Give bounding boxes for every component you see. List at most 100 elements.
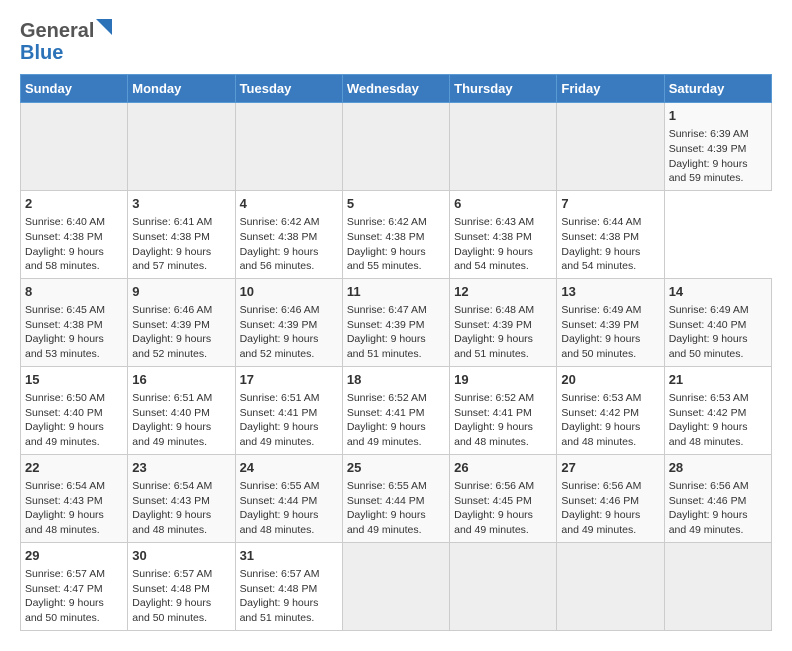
calendar-cell-9: 9 Sunrise: 6:46 AM Sunset: 4:39 PM Dayli… [128,278,235,366]
sunset-label: Sunset: 4:38 PM [25,231,103,243]
day-number: 16 [132,371,230,389]
sunrise-label: Sunrise: 6:50 AM [25,392,105,404]
calendar-table: SundayMondayTuesdayWednesdayThursdayFrid… [20,74,772,631]
daylight-label: Daylight: 9 hours and 49 minutes. [454,509,533,536]
sunset-label: Sunset: 4:40 PM [669,319,747,331]
empty-cell [128,103,235,191]
sunrise-label: Sunrise: 6:53 AM [561,392,641,404]
daylight-label: Daylight: 9 hours and 52 minutes. [132,333,211,360]
day-number: 15 [25,371,123,389]
sunset-label: Sunset: 4:46 PM [669,495,747,507]
daylight-label: Daylight: 9 hours and 50 minutes. [669,333,748,360]
day-number: 29 [25,547,123,565]
calendar-cell-13: 13 Sunrise: 6:49 AM Sunset: 4:39 PM Dayl… [557,278,664,366]
calendar-cell-31: 31 Sunrise: 6:57 AM Sunset: 4:48 PM Dayl… [235,542,342,630]
daylight-label: Daylight: 9 hours and 49 minutes. [347,421,426,448]
empty-cell [450,103,557,191]
sunset-label: Sunset: 4:43 PM [25,495,103,507]
daylight-label: Daylight: 9 hours and 49 minutes. [132,421,211,448]
calendar-cell-8: 8 Sunrise: 6:45 AM Sunset: 4:38 PM Dayli… [21,278,128,366]
sunrise-label: Sunrise: 6:51 AM [132,392,212,404]
daylight-label: Daylight: 9 hours and 52 minutes. [240,333,319,360]
empty-cell [557,542,664,630]
daylight-label: Daylight: 9 hours and 51 minutes. [454,333,533,360]
daylight-label: Daylight: 9 hours and 58 minutes. [25,246,104,273]
sunrise-label: Sunrise: 6:57 AM [132,568,212,580]
calendar-cell-10: 10 Sunrise: 6:46 AM Sunset: 4:39 PM Dayl… [235,278,342,366]
calendar-cell-25: 25 Sunrise: 6:55 AM Sunset: 4:44 PM Dayl… [342,454,449,542]
calendar-cell-5: 5 Sunrise: 6:42 AM Sunset: 4:38 PM Dayli… [342,190,449,278]
empty-cell [235,103,342,191]
sunrise-label: Sunrise: 6:56 AM [454,480,534,492]
sunrise-label: Sunrise: 6:54 AM [25,480,105,492]
calendar-cell-15: 15 Sunrise: 6:50 AM Sunset: 4:40 PM Dayl… [21,366,128,454]
sunrise-label: Sunrise: 6:52 AM [347,392,427,404]
sunrise-label: Sunrise: 6:52 AM [454,392,534,404]
col-header-saturday: Saturday [664,75,771,103]
sunrise-label: Sunrise: 6:48 AM [454,304,534,316]
day-number: 24 [240,459,338,477]
day-number: 8 [25,283,123,301]
sunrise-label: Sunrise: 6:46 AM [132,304,212,316]
sunrise-label: Sunrise: 6:42 AM [240,216,320,228]
sunrise-label: Sunrise: 6:43 AM [454,216,534,228]
sunrise-label: Sunrise: 6:39 AM [669,128,749,140]
sunrise-label: Sunrise: 6:45 AM [25,304,105,316]
sunrise-label: Sunrise: 6:55 AM [240,480,320,492]
sunrise-label: Sunrise: 6:46 AM [240,304,320,316]
day-number: 20 [561,371,659,389]
day-number: 26 [454,459,552,477]
empty-cell [557,103,664,191]
sunrise-label: Sunrise: 6:57 AM [240,568,320,580]
calendar-cell-12: 12 Sunrise: 6:48 AM Sunset: 4:39 PM Dayl… [450,278,557,366]
calendar-cell-24: 24 Sunrise: 6:55 AM Sunset: 4:44 PM Dayl… [235,454,342,542]
sunset-label: Sunset: 4:47 PM [25,583,103,595]
day-number: 31 [240,547,338,565]
sunset-label: Sunset: 4:48 PM [132,583,210,595]
day-number: 2 [25,195,123,213]
day-number: 23 [132,459,230,477]
calendar-cell-14: 14 Sunrise: 6:49 AM Sunset: 4:40 PM Dayl… [664,278,771,366]
sunset-label: Sunset: 4:38 PM [240,231,318,243]
sunrise-label: Sunrise: 6:40 AM [25,216,105,228]
day-number: 13 [561,283,659,301]
sunset-label: Sunset: 4:38 PM [347,231,425,243]
day-number: 18 [347,371,445,389]
sunset-label: Sunset: 4:39 PM [454,319,532,331]
sunset-label: Sunset: 4:39 PM [240,319,318,331]
sunset-label: Sunset: 4:39 PM [347,319,425,331]
day-number: 14 [669,283,767,301]
sunset-label: Sunset: 4:41 PM [240,407,318,419]
sunrise-label: Sunrise: 6:41 AM [132,216,212,228]
sunset-label: Sunset: 4:40 PM [132,407,210,419]
calendar-cell-20: 20 Sunrise: 6:53 AM Sunset: 4:42 PM Dayl… [557,366,664,454]
calendar-week-row: 22 Sunrise: 6:54 AM Sunset: 4:43 PM Dayl… [21,454,772,542]
calendar-cell-29: 29 Sunrise: 6:57 AM Sunset: 4:47 PM Dayl… [21,542,128,630]
daylight-label: Daylight: 9 hours and 48 minutes. [240,509,319,536]
sunset-label: Sunset: 4:42 PM [669,407,747,419]
day-number: 10 [240,283,338,301]
sunrise-label: Sunrise: 6:54 AM [132,480,212,492]
daylight-label: Daylight: 9 hours and 49 minutes. [669,509,748,536]
day-number: 12 [454,283,552,301]
day-number: 9 [132,283,230,301]
daylight-label: Daylight: 9 hours and 56 minutes. [240,246,319,273]
calendar-cell-22: 22 Sunrise: 6:54 AM Sunset: 4:43 PM Dayl… [21,454,128,542]
calendar-cell-3: 3 Sunrise: 6:41 AM Sunset: 4:38 PM Dayli… [128,190,235,278]
daylight-label: Daylight: 9 hours and 49 minutes. [347,509,426,536]
calendar-cell-18: 18 Sunrise: 6:52 AM Sunset: 4:41 PM Dayl… [342,366,449,454]
sunset-label: Sunset: 4:41 PM [347,407,425,419]
calendar-cell-21: 21 Sunrise: 6:53 AM Sunset: 4:42 PM Dayl… [664,366,771,454]
daylight-label: Daylight: 9 hours and 48 minutes. [561,421,640,448]
calendar-cell-26: 26 Sunrise: 6:56 AM Sunset: 4:45 PM Dayl… [450,454,557,542]
sunset-label: Sunset: 4:45 PM [454,495,532,507]
col-header-wednesday: Wednesday [342,75,449,103]
sunrise-label: Sunrise: 6:56 AM [561,480,641,492]
daylight-label: Daylight: 9 hours and 48 minutes. [454,421,533,448]
calendar-cell-7: 7 Sunrise: 6:44 AM Sunset: 4:38 PM Dayli… [557,190,664,278]
calendar-week-row: 2 Sunrise: 6:40 AM Sunset: 4:38 PM Dayli… [21,190,772,278]
col-header-monday: Monday [128,75,235,103]
day-number: 25 [347,459,445,477]
sunset-label: Sunset: 4:44 PM [240,495,318,507]
daylight-label: Daylight: 9 hours and 48 minutes. [669,421,748,448]
